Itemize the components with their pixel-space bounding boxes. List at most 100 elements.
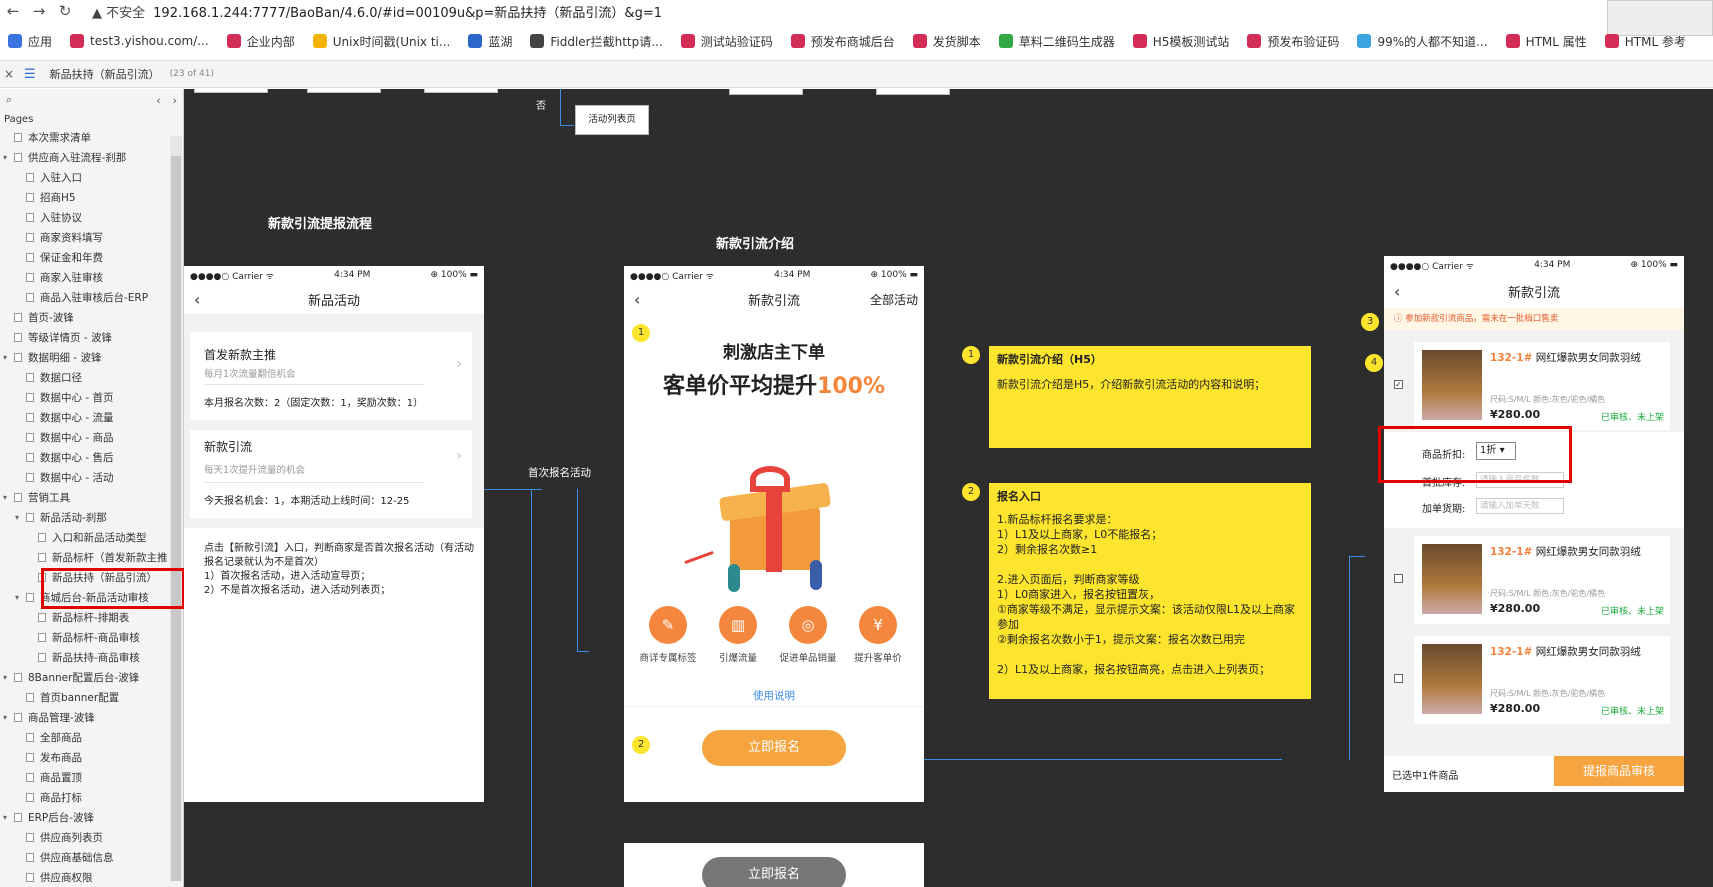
page-icon [14,713,22,722]
header-title: 新品活动 [307,293,360,309]
product-card[interactable]: 132-1# 网红爆款男女同款羽绒 尺码:S/M/L 颜色:灰色/驼色/橘色 ¥… [1414,636,1670,724]
scrollbar-thumb[interactable] [171,156,181,881]
sidebar-page-item[interactable]: 入驻入口 [0,168,183,188]
sidebar-page-item[interactable]: 数据中心 - 首页 [0,388,183,408]
bookmark-item[interactable]: Unix时间戳(Unix ti... [312,33,450,50]
product-card[interactable]: 132-1# 网红爆款男女同款羽绒 尺码:S/M/L 颜色:灰色/驼色/橘色 ¥… [1414,342,1670,430]
sidebar-page-item[interactable]: 发布商品 [0,748,183,768]
sidebar-page-item[interactable]: 数据中心 - 活动 [0,468,183,488]
usage-link[interactable]: 使用说明 [624,688,924,703]
sidebar-page-item[interactable]: ▾ 新品活动-刹那 [0,508,183,528]
back-arrow-icon[interactable]: ‹ [1394,282,1400,301]
bookmark-item[interactable]: 发货脚本 [912,33,981,50]
bookmark-item[interactable]: 99%的人都不知道... [1357,33,1488,50]
sidebar-page-item[interactable]: 新品标杆（首发新款主推 [0,548,183,568]
card-first-release[interactable]: 首发新款主推 每月1次流量翻倍机会 › 本月报名次数：2（固定次数：1，奖励次数… [190,332,472,420]
expand-icon[interactable]: ▾ [3,808,7,828]
search-icon[interactable]: ⌕ [6,93,12,107]
expand-icon[interactable]: ▾ [3,708,7,728]
sidebar-page-item[interactable]: 商家资料填写 [0,228,183,248]
next-page-icon[interactable]: › [173,94,177,107]
card-new-drainage[interactable]: 新款引流 每天1次提升流量的机会 › 今天报名机会：1，本期活动上线时间：12-… [190,430,472,518]
sidebar-page-item[interactable]: 首页-波锋 [0,308,183,328]
sidebar-page-item[interactable]: ▾ 供应商入驻流程-刹那 [0,148,183,168]
signup-button-disabled[interactable]: 立即报名 [702,857,846,887]
expand-icon[interactable]: ▾ [3,488,7,508]
bookmark-item[interactable]: 应用 [8,33,52,50]
bookmark-icon [468,34,483,48]
bookmark-item[interactable]: 企业内部 [226,33,295,50]
insecure-warning[interactable]: ▲ 不安全 [92,2,145,21]
all-activities-link[interactable]: 全部活动 [870,291,918,308]
sidebar-page-item[interactable]: 本次需求清单 [0,128,183,148]
product-title: 132-1# 网红爆款男女同款羽绒 [1490,544,1641,559]
back-icon[interactable]: ← [0,2,26,20]
sidebar-page-item[interactable]: 数据中心 - 商品 [0,428,183,448]
bookmark-item[interactable]: 预发布验证码 [1247,33,1339,50]
sidebar-page-item[interactable]: 等级详情页 - 波锋 [0,328,183,348]
product-checkbox[interactable] [1394,574,1403,583]
sidebar-page-item[interactable]: 商品打标 [0,788,183,808]
product-name: 网红爆款男女同款羽绒 [1535,352,1641,364]
sidebar-page-item[interactable]: ▾ ERP后台-波锋 [0,808,183,828]
sidebar-page-item[interactable]: 商品置顶 [0,768,183,788]
list-icon[interactable]: ☰ [24,67,36,82]
days-input[interactable]: 请输入加单天数 [1476,498,1564,514]
bookmark-item[interactable]: Fiddler拦截http请... [530,33,663,50]
back-arrow-icon[interactable]: ‹ [194,290,200,309]
signup-button[interactable]: 立即报名 [702,730,846,766]
expand-icon[interactable]: ▾ [3,148,7,168]
close-icon[interactable]: × [0,67,18,81]
bookmark-item[interactable]: HTML 属性 [1505,33,1587,50]
bookmark-item[interactable]: H5模板测试站 [1132,33,1229,50]
sidebar-item-label: 招商H5 [40,192,76,204]
submit-review-button[interactable]: 提报商品审核 [1554,756,1684,786]
page-tree: 本次需求清单 ▾ 供应商入驻流程-刹那 入驻入口招商H5 入驻协议 商家资料填写 保证金和年… [0,128,183,887]
back-arrow-icon[interactable]: ‹ [634,290,640,309]
sidebar-page-item[interactable]: 商品入驻审核后台-ERP [0,288,183,308]
sidebar-page-item[interactable]: 新品标杆-排期表 [0,608,183,628]
bookmark-item[interactable]: 草料二维码生成器 [998,33,1115,50]
sidebar-page-item[interactable]: 全部商品 [0,728,183,748]
sidebar-page-item[interactable]: 保证金和年费 [0,248,183,268]
sidebar-scrollbar[interactable] [170,136,182,881]
prev-page-icon[interactable]: ‹ [156,94,160,107]
sidebar-page-item[interactable]: 数据中心 - 流量 [0,408,183,428]
url-field[interactable]: 192.168.1.244:7777/BaoBan/4.6.0/#id=0010… [153,2,662,21]
bookmark-item[interactable]: 蓝湖 [468,33,512,50]
sidebar-page-item[interactable]: 商家入驻审核 [0,268,183,288]
sidebar-page-item[interactable]: 入驻协议 [0,208,183,228]
sidebar-item-label: 发布商品 [40,752,82,764]
bookmark-item[interactable]: test3.yishou.com/... [70,34,209,48]
connector [484,489,542,490]
sidebar-page-item[interactable]: ▾ 8Banner配置后台-波锋 [0,668,183,688]
product-checkbox[interactable] [1394,674,1403,683]
sidebar-page-item[interactable]: ▾ 营销工具 [0,488,183,508]
note-body: 新款引流介绍是H5，介绍新款引流活动的内容和说明； [997,378,1266,391]
sidebar-page-item[interactable]: 供应商基础信息 [0,848,183,868]
sidebar-page-item[interactable]: 招商H5 [0,188,183,208]
sidebar-page-item[interactable]: 入口和新品活动类型 [0,528,183,548]
divider [204,384,424,385]
expand-icon[interactable]: ▾ [15,588,19,608]
sidebar-page-item[interactable]: ▾ 商品管理-波锋 [0,708,183,728]
expand-icon[interactable]: ▾ [3,348,7,368]
bookmark-item[interactable]: 预发布商城后台 [790,33,895,50]
sidebar-page-item[interactable]: ▾ 数据明细 - 波锋 [0,348,183,368]
bookmark-item[interactable]: HTML 参考 [1604,33,1686,50]
sidebar-page-item[interactable]: 数据中心 - 售后 [0,448,183,468]
sidebar-page-item[interactable]: 首页banner配置 [0,688,183,708]
sidebar-page-item[interactable]: 新品扶持-商品审核 [0,648,183,668]
reload-icon[interactable]: ↻ [52,2,78,20]
sidebar-page-item[interactable]: 供应商列表页 [0,828,183,848]
forward-icon[interactable]: → [26,2,52,20]
sidebar-page-item[interactable]: 数据口径 [0,368,183,388]
bookmark-item[interactable]: 测试站验证码 [680,33,773,50]
product-checkbox-checked[interactable]: ✓ [1394,380,1403,389]
expand-icon[interactable]: ▾ [15,508,19,528]
sidebar-page-item[interactable]: 新品标杆-商品审核 [0,628,183,648]
chart-icon: ▥ [719,606,757,644]
sidebar-page-item[interactable]: 供应商权限 [0,868,183,887]
expand-icon[interactable]: ▾ [3,668,7,688]
product-card[interactable]: 132-1# 网红爆款男女同款羽绒 尺码:S/M/L 颜色:灰色/驼色/橘色 ¥… [1414,536,1670,624]
